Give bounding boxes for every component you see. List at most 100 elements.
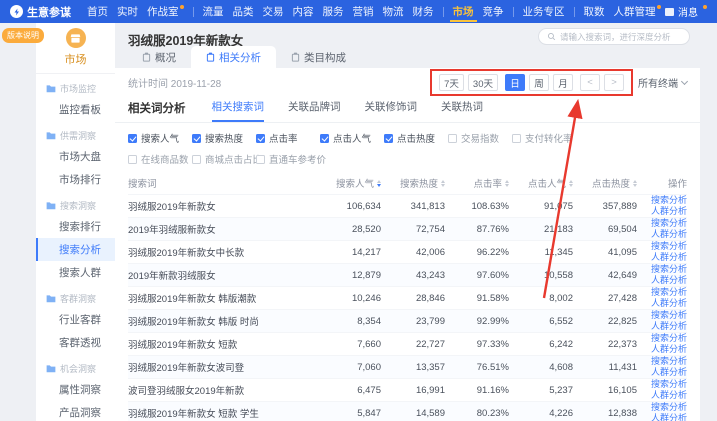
checkbox-icon[interactable] — [192, 155, 201, 164]
checkbox-icon[interactable] — [448, 134, 457, 143]
checkbox-icon[interactable] — [128, 134, 137, 143]
action-link[interactable]: 人群分析 — [651, 344, 687, 355]
sidebar-item[interactable]: 监控看板 — [36, 98, 115, 121]
search-input[interactable] — [560, 32, 681, 42]
nav-item-16[interactable]: 业务专区 — [523, 0, 565, 23]
metric-checkbox[interactable]: 搜索人气 — [128, 131, 192, 145]
nav-item-5[interactable]: 品类 — [233, 0, 254, 23]
tab-2[interactable]: 类目构成 — [276, 46, 361, 68]
nav-item-14[interactable]: 竞争 — [483, 0, 504, 23]
column-header[interactable]: 搜索热度 — [381, 176, 445, 190]
tab-0[interactable]: 概况 — [127, 46, 191, 68]
metric-checkbox[interactable]: 直通车参考价 — [256, 152, 320, 166]
sidebar-section-header[interactable]: 供需洞察 — [36, 121, 115, 145]
action-link[interactable]: 人群分析 — [651, 298, 687, 309]
nav-item-11[interactable]: 财务 — [413, 0, 434, 23]
action-link[interactable]: 人群分析 — [651, 252, 687, 263]
action-link[interactable]: 搜索分析 — [651, 402, 687, 413]
nav-item-4[interactable]: 流量 — [203, 0, 224, 23]
checkbox-icon[interactable] — [320, 134, 329, 143]
subtab-3[interactable]: 关联热词 — [441, 99, 483, 122]
cell-search-word: 羽绒服2019年新款女 韩版 时尚 — [128, 314, 317, 328]
sidebar-item[interactable]: 搜索分析 — [36, 238, 115, 261]
nav-item-8[interactable]: 服务 — [323, 0, 344, 23]
nav-item-2[interactable]: 作战室 — [147, 0, 184, 23]
checkbox-icon[interactable] — [512, 134, 521, 143]
column-header[interactable]: 点击热度 — [573, 176, 637, 190]
checkbox-icon[interactable] — [128, 155, 137, 164]
metric-checkbox[interactable]: 点击热度 — [384, 131, 448, 145]
action-link[interactable]: 搜索分析 — [651, 310, 687, 321]
sidebar-section-header[interactable]: 客群洞察 — [36, 284, 115, 308]
metric-checkbox[interactable]: 商城点击占比 — [192, 152, 256, 166]
action-link[interactable]: 人群分析 — [651, 367, 687, 378]
action-link[interactable]: 搜索分析 — [651, 287, 687, 298]
column-header[interactable]: 搜索人气 — [317, 176, 381, 190]
sidebar-section-header[interactable]: 市场监控 — [36, 74, 115, 98]
column-header[interactable]: 点击率 — [445, 176, 509, 190]
nav-item-6[interactable]: 交易 — [263, 0, 284, 23]
subtab-0[interactable]: 相关搜索词 — [212, 99, 265, 122]
column-header[interactable]: 点击人气 — [509, 176, 573, 190]
nav-item-10[interactable]: 物流 — [383, 0, 404, 23]
sidebar-section-header[interactable]: 搜索洞察 — [36, 191, 115, 215]
action-link[interactable]: 搜索分析 — [651, 195, 687, 206]
sidebar-item[interactable]: 属性洞察 — [36, 378, 115, 401]
search-box[interactable] — [538, 28, 690, 45]
action-link[interactable]: 搜索分析 — [651, 218, 687, 229]
user-messages[interactable]: 消息 — [665, 4, 707, 19]
action-link[interactable]: 人群分析 — [651, 275, 687, 286]
time-button[interactable]: < — [580, 74, 600, 91]
time-button[interactable]: 日 — [505, 74, 525, 91]
action-link[interactable]: 人群分析 — [651, 321, 687, 332]
time-button[interactable]: 周 — [529, 74, 549, 91]
metric-checkbox[interactable]: 交易指数 — [448, 131, 512, 145]
nav-item-18[interactable]: 取数 — [584, 0, 605, 23]
subtab-2[interactable]: 关联修饰词 — [365, 99, 418, 122]
action-link[interactable]: 搜索分析 — [651, 356, 687, 367]
metric-checkbox[interactable]: 点击人气 — [320, 131, 384, 145]
time-button[interactable]: 7天 — [439, 74, 464, 91]
action-link[interactable]: 搜索分析 — [651, 333, 687, 344]
metric-checkbox[interactable]: 支付转化率 — [512, 131, 576, 145]
sidebar-item[interactable]: 搜索排行 — [36, 215, 115, 238]
action-link[interactable]: 搜索分析 — [651, 241, 687, 252]
sidebar-item[interactable]: 行业客群 — [36, 308, 115, 331]
nav-item-7[interactable]: 内容 — [293, 0, 314, 23]
sidebar-section-header[interactable]: 机会洞察 — [36, 354, 115, 378]
module-header[interactable]: 市场 — [36, 23, 115, 74]
terminal-dropdown[interactable]: 所有终端 — [638, 75, 687, 90]
nav-item-9[interactable]: 营销 — [353, 0, 374, 23]
nav-item-0[interactable]: 首页 — [87, 0, 108, 23]
time-button[interactable]: 月 — [553, 74, 573, 91]
time-button[interactable]: 30天 — [468, 74, 498, 91]
tab-1[interactable]: 相关分析 — [191, 46, 276, 68]
cell-value: 5,847 — [317, 408, 381, 419]
checkbox-icon[interactable] — [256, 155, 265, 164]
sidebar-item[interactable]: 产品洞察 — [36, 401, 115, 421]
sidebar-item[interactable]: 市场排行 — [36, 168, 115, 191]
nav-item-1[interactable]: 实时 — [117, 0, 138, 23]
nav-item-13[interactable]: 市场 — [453, 0, 474, 23]
action-link[interactable]: 人群分析 — [651, 206, 687, 217]
time-button[interactable]: > — [604, 74, 624, 91]
action-link[interactable]: 人群分析 — [651, 413, 687, 421]
checkbox-icon[interactable] — [384, 134, 393, 143]
metric-checkbox[interactable]: 点击率 — [256, 131, 320, 145]
action-link[interactable]: 人群分析 — [651, 390, 687, 401]
metric-checkbox[interactable]: 搜索热度 — [192, 131, 256, 145]
nav-item-19[interactable]: 人群管理 — [614, 0, 661, 23]
metric-checkbox[interactable]: 在线商品数 — [128, 152, 192, 166]
version-note-tag[interactable]: 版本说明 — [2, 28, 44, 43]
checkbox-icon[interactable] — [256, 134, 265, 143]
cell-search-word: 羽绒服2019年新款女 短款 — [128, 337, 317, 351]
action-link[interactable]: 人群分析 — [651, 229, 687, 240]
sidebar-item[interactable]: 市场大盘 — [36, 145, 115, 168]
subtab-1[interactable]: 关联品牌词 — [288, 99, 341, 122]
sidebar-item[interactable]: 搜索人群 — [36, 261, 115, 284]
sidebar-item[interactable]: 客群透视 — [36, 331, 115, 354]
action-link[interactable]: 搜索分析 — [651, 264, 687, 275]
app-logo[interactable]: 生意参谋 — [10, 4, 71, 20]
checkbox-icon[interactable] — [192, 134, 201, 143]
action-link[interactable]: 搜索分析 — [651, 379, 687, 390]
